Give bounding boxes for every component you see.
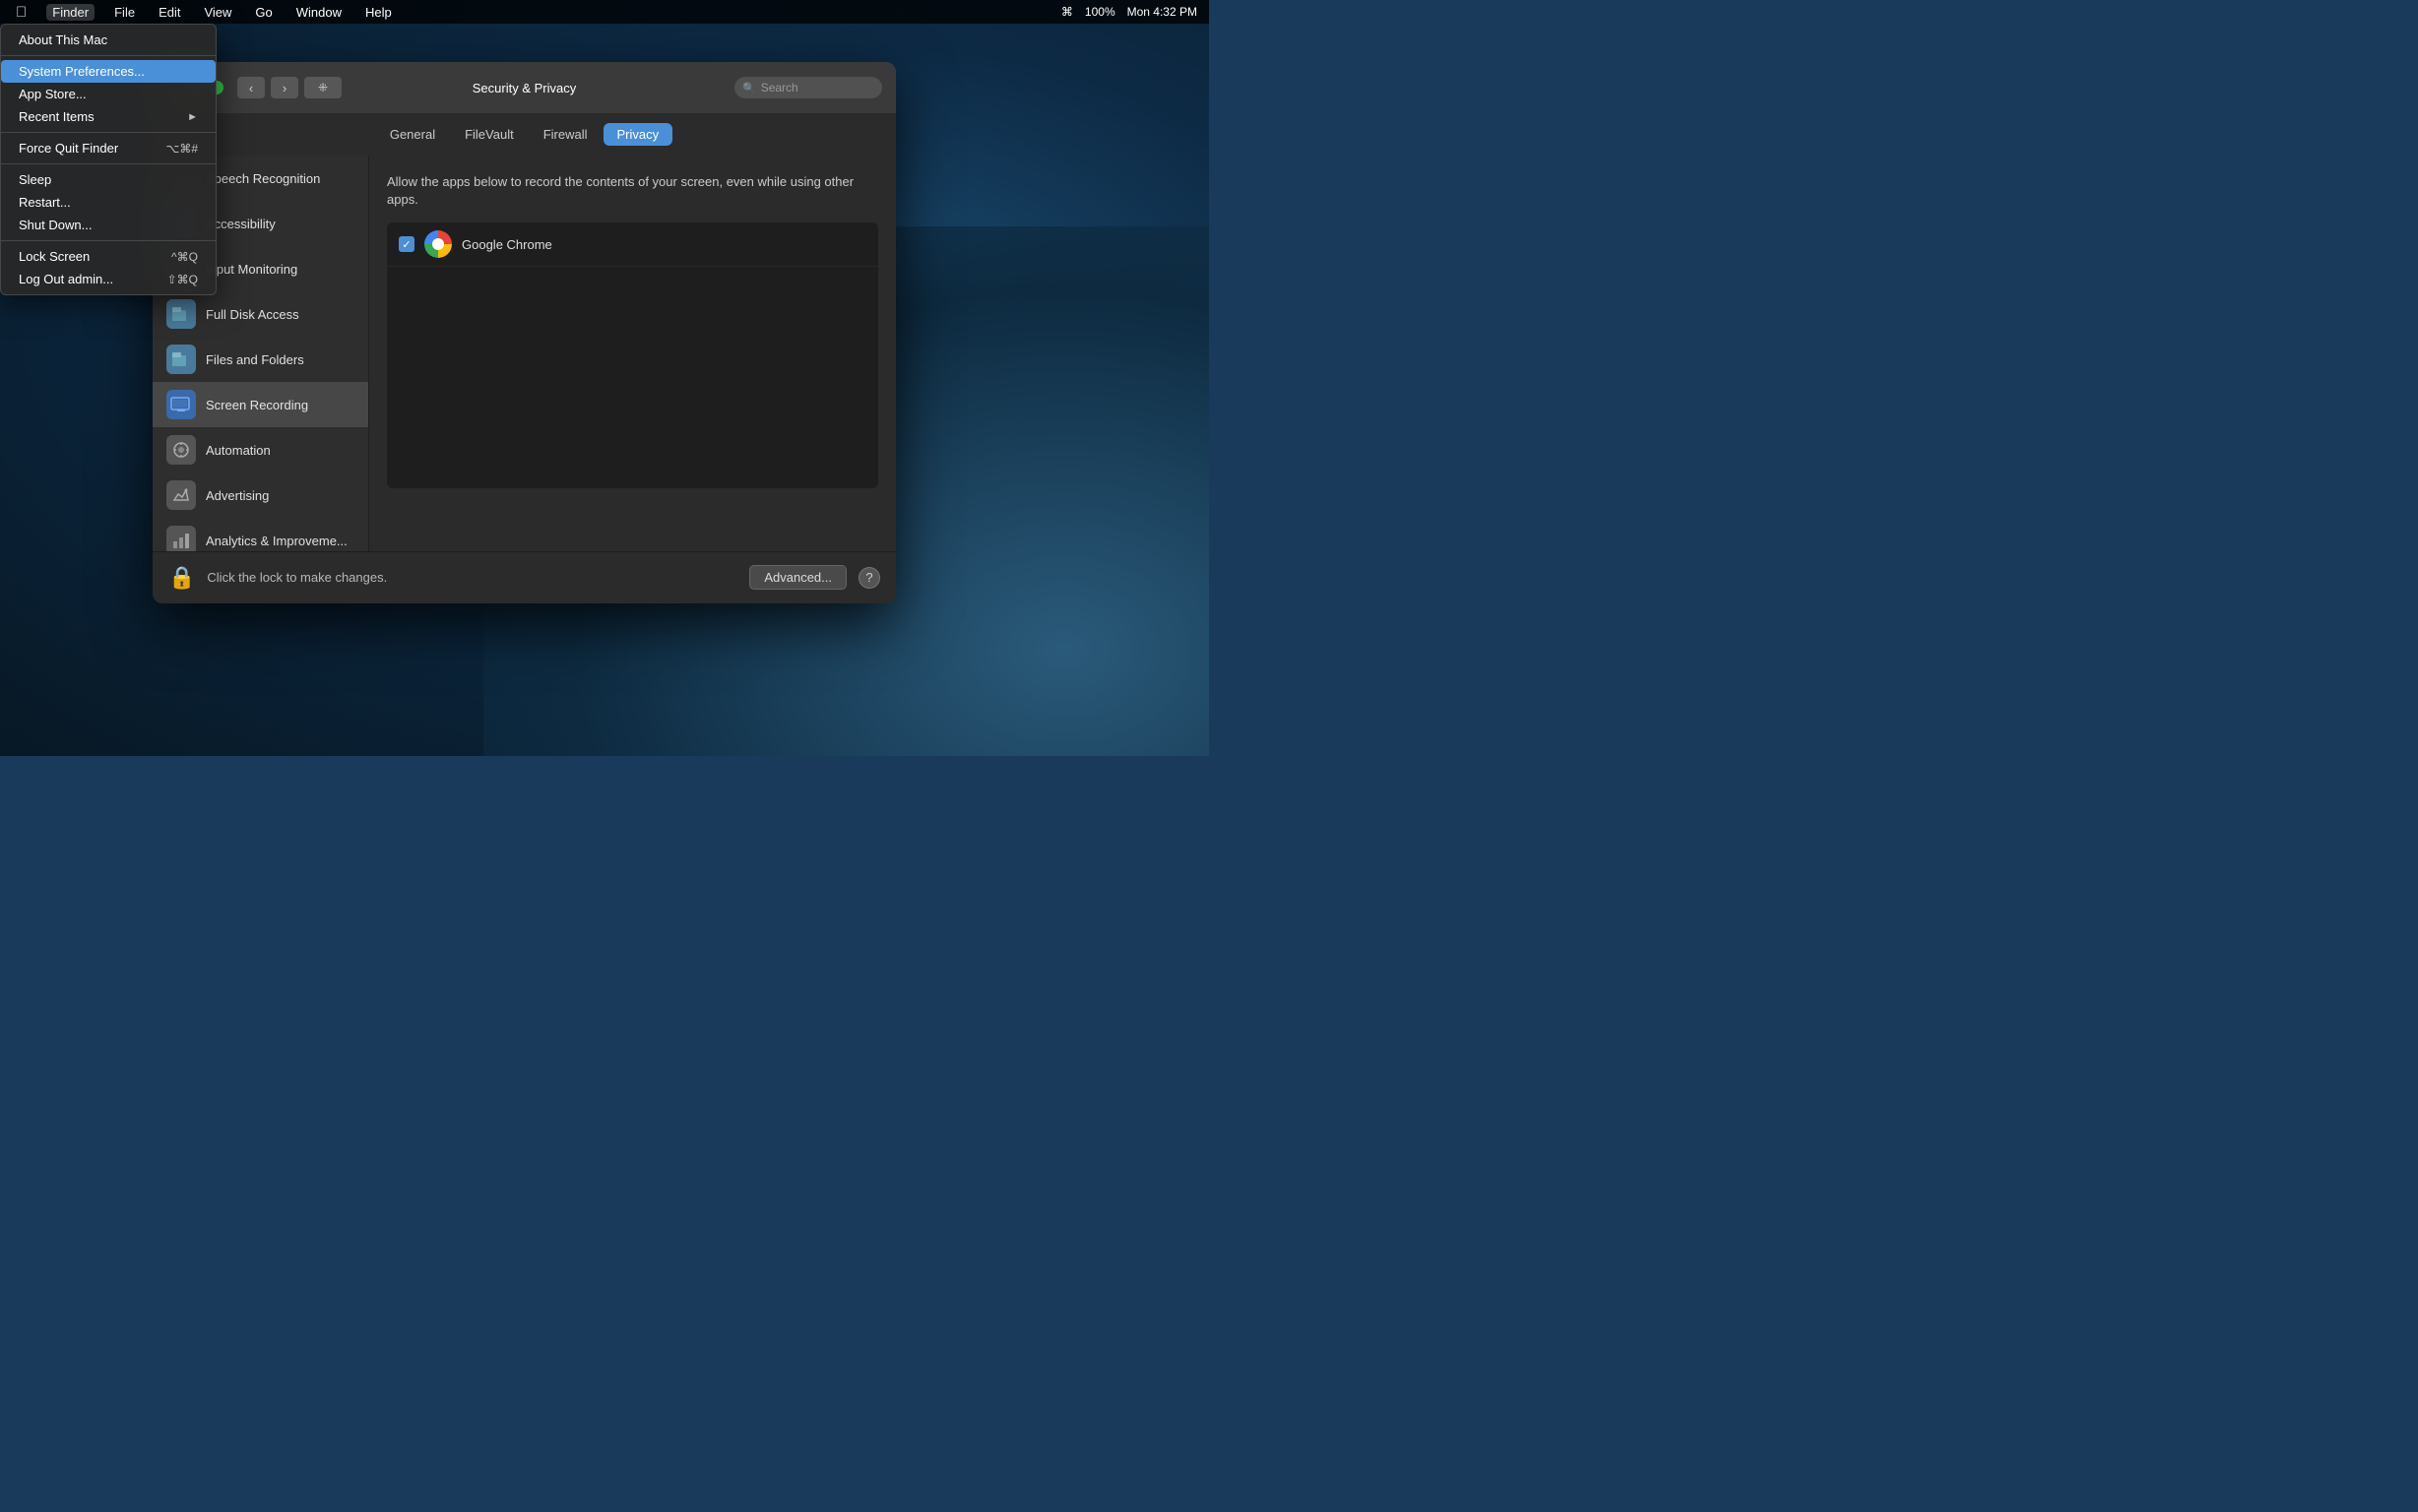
menu-sleep[interactable]: Sleep <box>1 168 216 191</box>
tab-filevault[interactable]: FileVault <box>451 123 528 146</box>
analytics-icon <box>166 526 196 551</box>
bottom-bar: 🔒 Click the lock to make changes. Advanc… <box>153 551 896 602</box>
clock: Mon 4:32 PM <box>1127 5 1197 19</box>
menubar-edit[interactable]: Edit <box>155 5 184 20</box>
menubar-left:  Finder File Edit View Go Window Help <box>12 4 396 21</box>
search-bar[interactable]: 🔍 <box>734 77 882 98</box>
menu-recent-items[interactable]: Recent Items ► <box>1 105 216 128</box>
lock-screen-shortcut: ^⌘Q <box>171 250 198 264</box>
apps-list: ✓ Google Chrome <box>387 222 878 488</box>
screen-recording-label: Screen Recording <box>206 398 308 412</box>
menubar:  Finder File Edit View Go Window Help ⌘… <box>0 0 1209 24</box>
app-item-chrome[interactable]: ✓ Google Chrome <box>387 222 878 267</box>
content-area: Speech Recognition Accessibility <box>153 156 896 551</box>
force-quit-shortcut: ⌥⌘# <box>165 142 198 156</box>
full-disk-access-icon <box>166 299 196 329</box>
speech-recognition-label: Speech Recognition <box>206 171 320 186</box>
menubar-window[interactable]: Window <box>292 5 346 20</box>
advertising-icon <box>166 480 196 510</box>
input-monitoring-label: Input Monitoring <box>206 262 297 277</box>
tab-privacy[interactable]: Privacy <box>604 123 673 146</box>
log-out-shortcut: ⇧⌘Q <box>167 273 198 286</box>
apple-menu-button[interactable]:  <box>12 4 31 21</box>
menu-divider-1 <box>1 55 216 56</box>
menubar-go[interactable]: Go <box>251 5 276 20</box>
main-content: Allow the apps below to record the conte… <box>369 156 896 551</box>
tab-firewall[interactable]: Firewall <box>530 123 602 146</box>
menu-divider-3 <box>1 163 216 164</box>
window-titlebar: ‹ › ⁜ Security & Privacy 🔍 <box>153 62 896 113</box>
menu-restart[interactable]: Restart... <box>1 191 216 214</box>
menu-shut-down[interactable]: Shut Down... <box>1 214 216 236</box>
sidebar-item-screen-recording[interactable]: Screen Recording <box>153 382 368 427</box>
apple-dropdown-menu: About This Mac System Preferences... App… <box>0 24 217 295</box>
help-button[interactable]: ? <box>859 567 880 589</box>
sidebar-item-advertising[interactable]: Advertising <box>153 472 368 518</box>
advertising-label: Advertising <box>206 488 269 503</box>
system-preferences-window: ‹ › ⁜ Security & Privacy 🔍 General FileV… <box>153 62 896 603</box>
menu-system-preferences[interactable]: System Preferences... <box>1 60 216 83</box>
full-disk-access-label: Full Disk Access <box>206 307 299 322</box>
search-icon: 🔍 <box>742 82 756 94</box>
wifi-icon: ⌘ <box>1061 5 1073 19</box>
grid-view-button[interactable]: ⁜ <box>304 77 342 98</box>
menubar-right: ⌘ 100% Mon 4:32 PM <box>1061 5 1197 19</box>
battery-status: 100% <box>1085 5 1115 19</box>
menu-divider-4 <box>1 240 216 241</box>
tabs-bar: General FileVault Firewall Privacy <box>153 113 896 156</box>
files-and-folders-label: Files and Folders <box>206 352 304 367</box>
menu-log-out[interactable]: Log Out admin... ⇧⌘Q <box>1 268 216 290</box>
menubar-help[interactable]: Help <box>361 5 396 20</box>
screen-recording-icon <box>166 390 196 419</box>
files-and-folders-icon <box>166 345 196 374</box>
sidebar-item-files-and-folders[interactable]: Files and Folders <box>153 337 368 382</box>
menu-app-store[interactable]: App Store... <box>1 83 216 105</box>
window-nav: ‹ › ⁜ <box>237 77 342 98</box>
chrome-app-name: Google Chrome <box>462 237 552 252</box>
menu-about-this-mac[interactable]: About This Mac <box>1 29 216 51</box>
search-input[interactable] <box>761 81 874 94</box>
chrome-icon <box>424 230 452 258</box>
content-description: Allow the apps below to record the conte… <box>387 173 878 209</box>
forward-button[interactable]: › <box>271 77 298 98</box>
lock-icon[interactable]: 🔒 <box>168 565 195 591</box>
analytics-label: Analytics & Improveme... <box>206 534 348 548</box>
menu-divider-2 <box>1 132 216 133</box>
lock-text: Click the lock to make changes. <box>207 570 737 585</box>
sidebar-item-full-disk-access[interactable]: Full Disk Access <box>153 291 368 337</box>
back-button[interactable]: ‹ <box>237 77 265 98</box>
sidebar-item-automation[interactable]: Automation <box>153 427 368 472</box>
automation-icon <box>166 435 196 465</box>
menubar-finder[interactable]: Finder <box>46 4 95 21</box>
menu-lock-screen[interactable]: Lock Screen ^⌘Q <box>1 245 216 268</box>
tab-general[interactable]: General <box>376 123 449 146</box>
menubar-file[interactable]: File <box>110 5 139 20</box>
sidebar-item-analytics[interactable]: Analytics & Improveme... <box>153 518 368 551</box>
automation-label: Automation <box>206 443 271 458</box>
chrome-checkbox[interactable]: ✓ <box>399 236 414 252</box>
advanced-button[interactable]: Advanced... <box>749 565 847 590</box>
menubar-view[interactable]: View <box>200 5 235 20</box>
recent-items-arrow: ► <box>187 111 198 123</box>
window-title: Security & Privacy <box>473 81 576 95</box>
menu-force-quit[interactable]: Force Quit Finder ⌥⌘# <box>1 137 216 159</box>
